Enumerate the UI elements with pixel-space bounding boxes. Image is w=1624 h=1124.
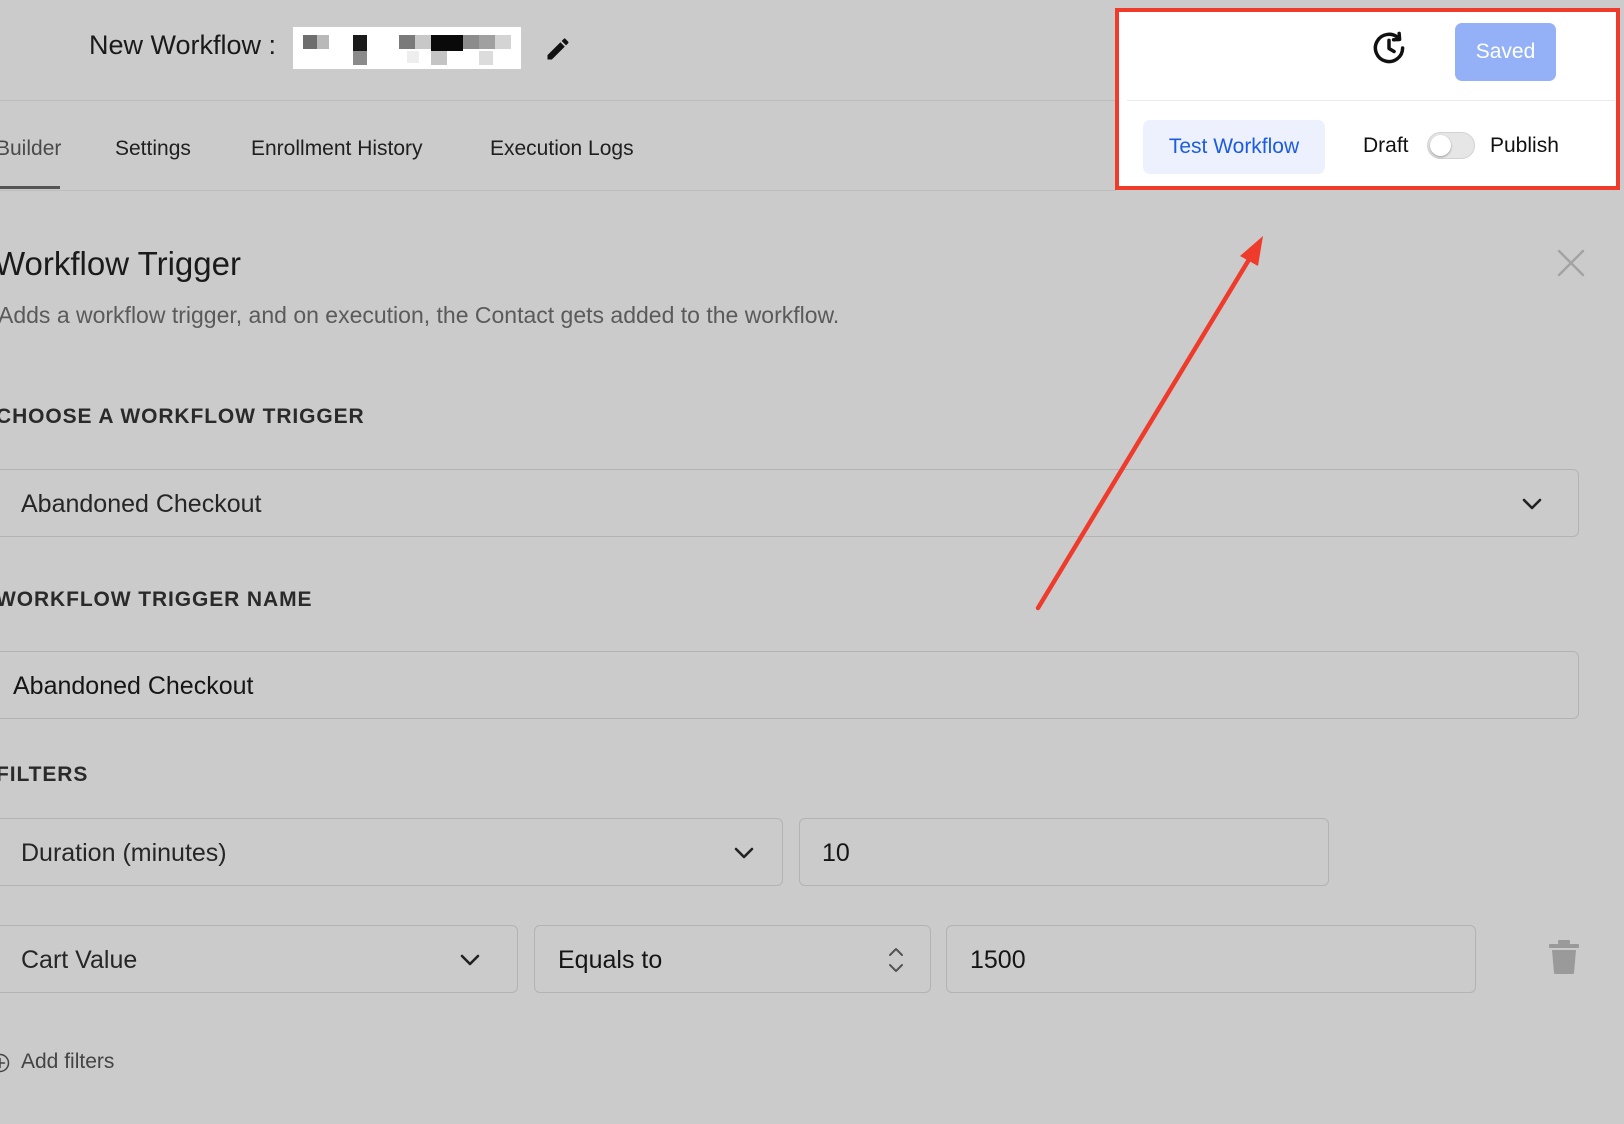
section-description: Adds a workflow trigger, and on executio… <box>0 302 840 328</box>
filter-value-input[interactable]: 1500 <box>946 925 1476 993</box>
header-divider <box>0 100 1116 101</box>
test-workflow-button[interactable]: Test Workflow <box>1143 120 1325 174</box>
tabs-divider <box>0 190 1116 191</box>
workflow-name-redacted <box>293 27 521 69</box>
toggle-knob <box>1430 135 1451 156</box>
filter-value: 10 <box>822 839 850 867</box>
workflow-title: New Workflow : <box>89 30 277 60</box>
chevron-up-down-icon <box>889 948 903 972</box>
add-filters-label: Add filters <box>21 1050 115 1073</box>
filter-value: 1500 <box>970 946 1026 974</box>
filter-field-select[interactable]: Duration (minutes) <box>0 818 783 886</box>
trigger-select-value: Abandoned Checkout <box>21 490 262 518</box>
filter-field-value: Cart Value <box>21 946 138 974</box>
tab-builder[interactable]: Builder <box>0 137 61 161</box>
filter-value-input[interactable]: 10 <box>799 818 1329 886</box>
filters-label: FILTERS <box>0 763 89 786</box>
trash-icon[interactable] <box>1548 939 1580 975</box>
section-title: Workflow Trigger <box>0 245 241 282</box>
pencil-icon[interactable] <box>544 35 572 63</box>
publish-label: Publish <box>1490 134 1559 157</box>
history-icon[interactable] <box>1370 29 1408 67</box>
choose-trigger-label: CHOOSE A WORKFLOW TRIGGER <box>0 405 365 428</box>
actions-divider <box>1127 100 1615 101</box>
active-tab-indicator <box>0 186 60 189</box>
tab-settings[interactable]: Settings <box>115 137 191 161</box>
filter-field-select[interactable]: Cart Value <box>0 925 518 993</box>
trigger-name-value: Abandoned Checkout <box>13 672 254 700</box>
publish-toggle[interactable] <box>1427 132 1475 159</box>
filter-field-value: Duration (minutes) <box>21 839 227 867</box>
close-icon[interactable] <box>1556 248 1586 278</box>
draft-label: Draft <box>1363 134 1409 157</box>
trigger-name-input[interactable]: Abandoned Checkout <box>0 651 1579 719</box>
filter-operator-select[interactable]: Equals to <box>534 925 931 993</box>
tab-execution-logs[interactable]: Execution Logs <box>490 137 634 161</box>
trigger-name-label: WORKFLOW TRIGGER NAME <box>0 588 313 611</box>
chevron-down-icon <box>460 954 480 966</box>
saved-button[interactable]: Saved <box>1455 23 1556 81</box>
trigger-select[interactable]: Abandoned Checkout <box>0 469 1579 537</box>
tab-enrollment-history[interactable]: Enrollment History <box>251 137 423 161</box>
chevron-down-icon <box>1522 498 1542 510</box>
plus-circle-icon <box>0 1053 10 1073</box>
chevron-down-icon <box>734 847 754 859</box>
filter-operator-value: Equals to <box>558 946 663 974</box>
